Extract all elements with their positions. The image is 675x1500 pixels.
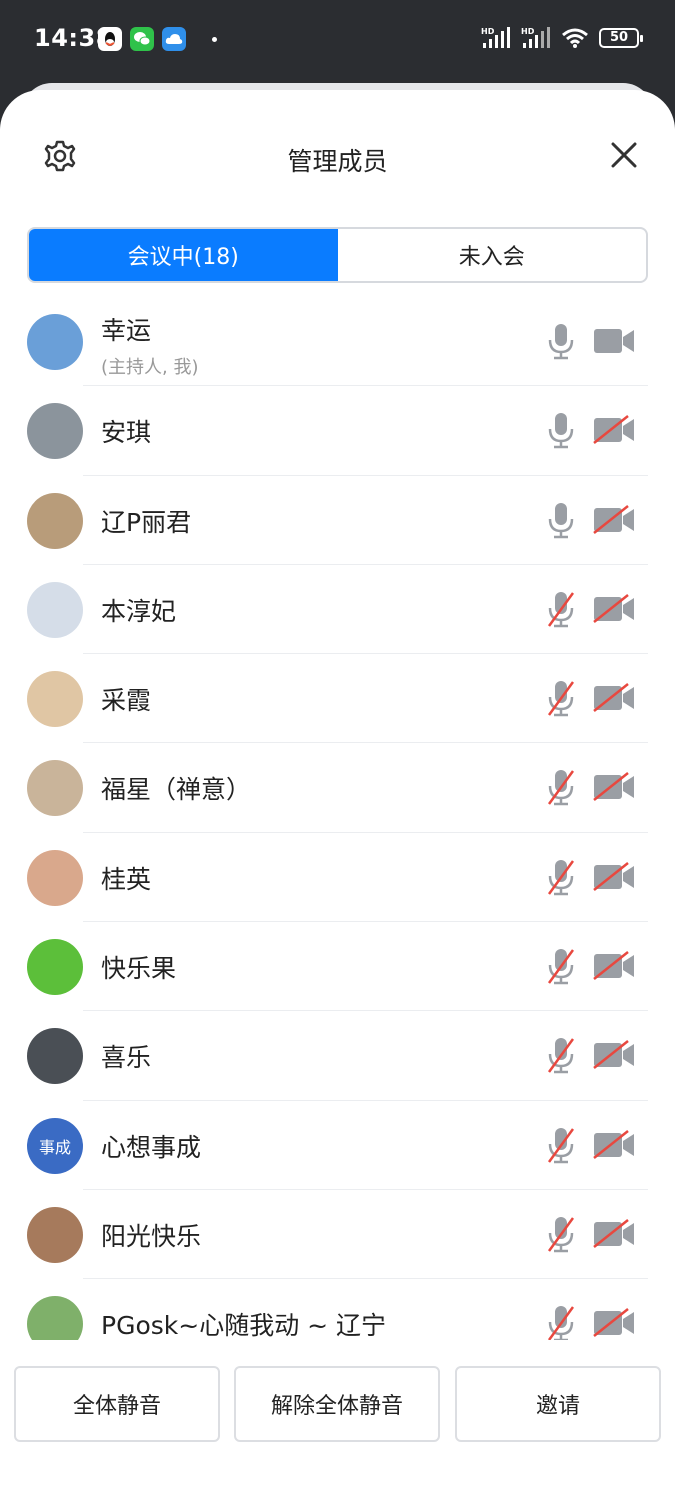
avatar xyxy=(27,314,83,370)
mic-icon[interactable] xyxy=(545,321,577,361)
camera-off-icon[interactable] xyxy=(592,593,636,625)
camera-off-icon[interactable] xyxy=(592,771,636,803)
unmute-all-button[interactable]: 解除全体静音 xyxy=(234,1366,440,1442)
mic-muted-icon[interactable] xyxy=(545,678,577,718)
svg-text:HD: HD xyxy=(481,27,495,36)
avatar-initials: 事成 xyxy=(38,1137,71,1157)
invite-button[interactable]: 邀请 xyxy=(455,1366,661,1442)
wechat-icon xyxy=(130,27,154,51)
signal-icon-2: HD xyxy=(521,27,550,48)
camera-off-icon[interactable] xyxy=(592,682,636,714)
qq-icon xyxy=(98,27,122,51)
avatar: 事成 xyxy=(27,1117,83,1174)
mic-muted-icon[interactable] xyxy=(545,1214,577,1254)
member-row[interactable]: PGosk~心随我动 ~ 辽宁 xyxy=(0,1279,675,1340)
avatar xyxy=(27,849,83,906)
avatar xyxy=(27,671,83,728)
mic-muted-icon[interactable] xyxy=(545,589,577,629)
member-row[interactable]: 幸运 (主持人, 我) xyxy=(0,297,675,387)
member-row[interactable]: 本淳妃 xyxy=(0,565,675,655)
signal-icon: HD xyxy=(481,27,510,48)
member-role: (主持人, 我) xyxy=(101,357,199,378)
camera-off-icon[interactable] xyxy=(592,1307,636,1339)
member-name: 阳光快乐 xyxy=(101,1221,202,1251)
member-row[interactable]: 辽P丽君 xyxy=(0,476,675,565)
page-title: 管理成员 xyxy=(287,147,388,176)
camera-off-icon[interactable] xyxy=(592,1039,636,1071)
member-name: 幸运 xyxy=(101,316,152,345)
mute-all-button[interactable]: 全体静音 xyxy=(14,1366,220,1442)
status-bar: 14:38 HD HD 50 xyxy=(0,0,675,80)
member-name: 采霞 xyxy=(101,686,152,716)
member-name: 本淳妃 xyxy=(101,596,177,626)
member-row[interactable]: 采霞 xyxy=(0,654,675,744)
member-row[interactable]: 喜乐 xyxy=(0,1011,675,1101)
action-bar: 全体静音 解除全体静音 邀请 xyxy=(0,1366,675,1446)
mic-muted-icon[interactable] xyxy=(545,1125,577,1165)
member-row[interactable]: 桂英 xyxy=(0,833,675,923)
mic-icon[interactable] xyxy=(545,500,577,540)
mic-muted-icon[interactable] xyxy=(545,1303,577,1340)
camera-off-icon[interactable] xyxy=(592,414,636,446)
close-icon[interactable] xyxy=(609,140,639,170)
member-name: 快乐果 xyxy=(101,954,177,984)
mic-muted-icon[interactable] xyxy=(545,946,577,986)
camera-off-icon[interactable] xyxy=(592,950,636,982)
mic-icon[interactable] xyxy=(545,410,577,450)
member-name: 安琪 xyxy=(101,418,152,448)
system-indicators: HD HD 50 xyxy=(481,26,643,50)
camera-off-icon[interactable] xyxy=(592,861,636,893)
member-row[interactable]: 阳光快乐 xyxy=(0,1190,675,1280)
svg-text:HD: HD xyxy=(521,27,535,36)
tab-in-meeting[interactable]: 会议中(18) xyxy=(29,229,338,281)
member-row[interactable]: 快乐果 xyxy=(0,922,675,1012)
camera-icon[interactable] xyxy=(592,325,636,357)
avatar xyxy=(27,492,83,549)
avatar xyxy=(27,1296,83,1340)
wifi-icon xyxy=(562,28,588,48)
notification-icons xyxy=(98,27,217,51)
member-name: 心想事成 xyxy=(101,1132,202,1162)
camera-off-icon[interactable] xyxy=(592,1218,636,1250)
avatar xyxy=(27,1028,83,1085)
member-row[interactable]: 事成 心想事成 xyxy=(0,1101,675,1190)
member-tabs: 会议中(18) 未入会 xyxy=(27,227,648,283)
avatar xyxy=(27,1206,83,1263)
cloud-icon xyxy=(162,27,186,51)
member-name: 桂英 xyxy=(101,864,152,894)
sheet-header: 管理成员 xyxy=(0,90,675,220)
member-name: 喜乐 xyxy=(101,1043,152,1073)
avatar xyxy=(27,403,83,460)
member-row[interactable]: 安琪 xyxy=(0,386,675,476)
battery-indicator: 50 xyxy=(599,28,643,48)
member-name: PGosk~心随我动 ~ 辽宁 xyxy=(101,1311,387,1340)
mic-muted-icon[interactable] xyxy=(545,857,577,897)
tab-not-joined[interactable]: 未入会 xyxy=(338,229,647,281)
avatar xyxy=(27,760,83,817)
camera-off-icon[interactable] xyxy=(592,1129,636,1161)
avatar xyxy=(27,581,83,638)
more-notifications-dot xyxy=(212,36,217,42)
member-list[interactable]: 幸运 (主持人, 我) 安琪辽P丽君本淳妃采霞福星（禅意） 桂英快乐果喜乐事成 心想事成… xyxy=(0,297,675,1340)
avatar xyxy=(27,939,83,996)
mic-muted-icon[interactable] xyxy=(545,767,577,807)
camera-off-icon[interactable] xyxy=(592,504,636,536)
manage-members-sheet: 管理成员 会议中(18) 未入会 幸运 (主持人, 我) 安琪辽P丽君本淳妃采霞福星… xyxy=(0,90,675,1500)
member-name: 福星（禅意） xyxy=(101,775,252,805)
member-name: 辽P丽君 xyxy=(101,507,192,537)
member-row[interactable]: 福星（禅意） xyxy=(0,743,675,833)
mic-muted-icon[interactable] xyxy=(545,1035,577,1075)
